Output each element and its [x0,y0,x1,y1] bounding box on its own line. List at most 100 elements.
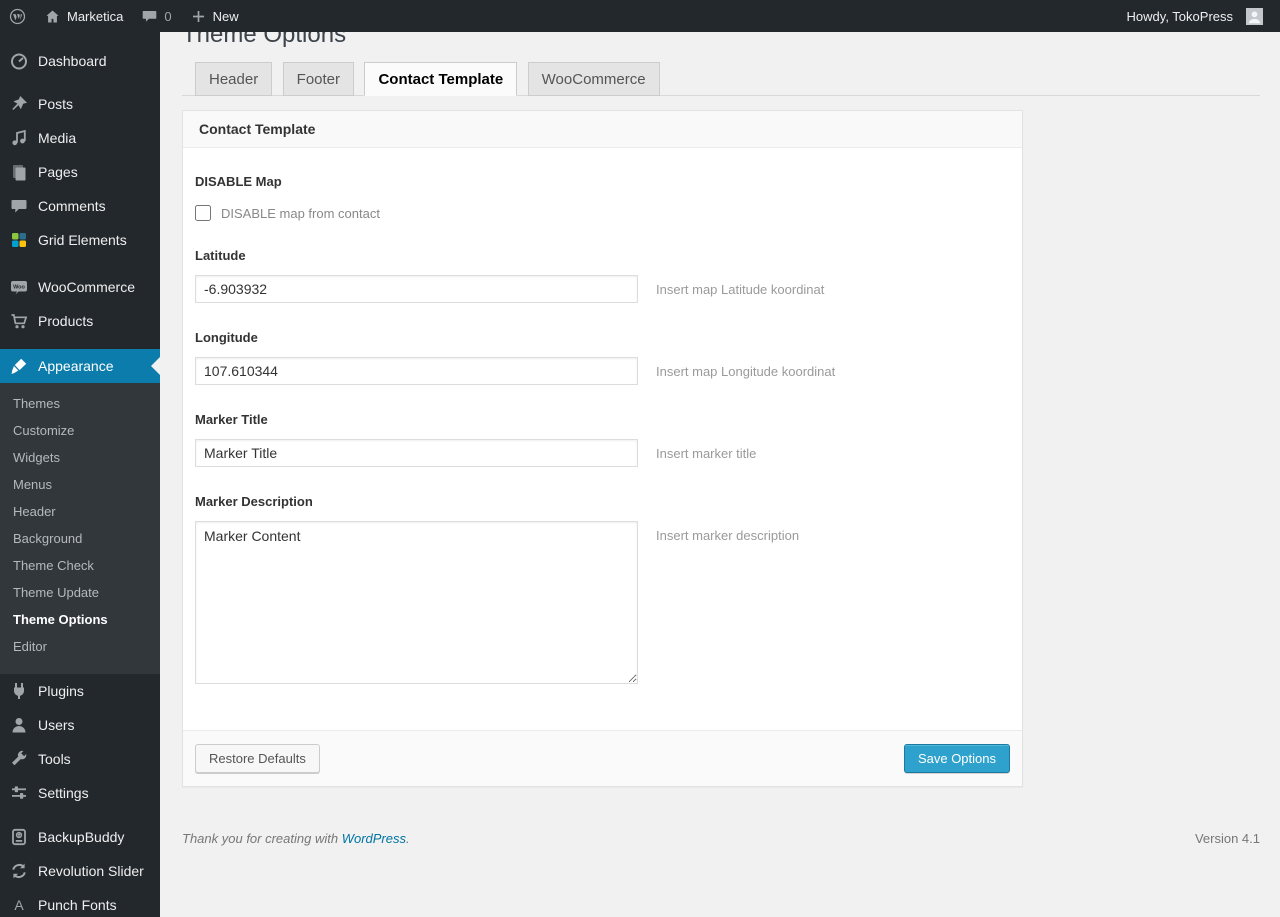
tab-contact-template[interactable]: Contact Template [364,62,518,96]
submenu-item-background[interactable]: Background [0,525,160,552]
version-text: Version 4.1 [1194,831,1260,846]
wordpress-link[interactable]: WordPress [342,831,406,846]
marker-title-hint: Insert marker title [656,446,757,461]
wordpress-logo-icon [9,8,26,24]
latitude-input[interactable] [195,275,638,303]
media-icon [9,128,29,148]
latitude-hint: Insert map Latitude koordinat [656,282,825,297]
settings-sliders-icon [9,783,29,803]
sidebar-item-label: Grid Elements [38,232,127,248]
howdy-text: Howdy, TokoPress [1126,8,1233,24]
sidebar-item-appearance[interactable]: Appearance [0,349,160,383]
sidebar-item-comments[interactable]: Comments [0,189,160,223]
submenu-item-menus[interactable]: Menus [0,471,160,498]
sidebar-item-tools[interactable]: Tools [0,742,160,776]
sidebar-item-grid-elements[interactable]: Grid Elements [0,223,160,257]
wordpress-logo-menu[interactable] [0,0,35,32]
sidebar-item-dashboard[interactable]: Dashboard [0,44,160,78]
admin-bar: Marketica 0 New Howdy, TokoPress [0,0,1280,32]
marker-title-input[interactable] [195,439,638,467]
field-marker-title: Marker Title Insert marker title [195,412,1006,467]
disable-map-checkbox[interactable] [195,205,211,221]
marker-description-textarea[interactable]: Marker Content [195,521,638,684]
howdy-account-menu[interactable]: Howdy, TokoPress [1118,0,1272,32]
disable-map-label: DISABLE Map [195,174,282,189]
submenu-item-theme-check[interactable]: Theme Check [0,552,160,579]
restore-defaults-button[interactable]: Restore Defaults [195,744,320,773]
svg-text:Woo: Woo [13,285,25,291]
panel-body: DISABLE Map DISABLE map from contact Lat… [183,174,1022,730]
sidebar-item-label: Appearance [38,358,114,374]
site-name: Marketica [67,8,124,24]
site-name-menu[interactable]: Marketica [35,0,132,32]
appearance-submenu: Themes Customize Widgets Menus Header Ba… [0,383,160,674]
sidebar-item-media[interactable]: Media [0,121,160,155]
footer-thanks-text: Thank you for creating with [182,831,339,846]
sidebar-item-pages[interactable]: Pages [0,155,160,189]
comments-bubble-icon [9,196,29,216]
panel-title: Contact Template [183,111,1022,148]
save-options-button[interactable]: Save Options [903,744,1010,773]
submenu-item-widgets[interactable]: Widgets [0,444,160,471]
sidebar-item-settings[interactable]: Settings [0,776,160,810]
page-footer: Thank you for creating with WordPress. V… [182,831,1260,846]
sidebar-item-products[interactable]: Products [0,304,160,338]
appearance-brush-icon [9,356,29,376]
field-marker-description: Marker Description Marker Content Insert… [195,494,1006,684]
sidebar-item-label: Posts [38,96,74,112]
pages-icon [9,162,29,182]
field-longitude: Longitude Insert map Longitude koordinat [195,330,1006,385]
sidebar-item-label: Settings [38,785,89,801]
longitude-hint: Insert map Longitude koordinat [656,364,836,379]
sidebar-item-backupbuddy[interactable]: BackupBuddy [0,820,160,854]
disable-map-checkbox-label: DISABLE map from contact [221,205,380,221]
sidebar-item-label: Users [38,717,75,733]
sidebar-item-label: BackupBuddy [38,829,125,845]
submenu-item-customize[interactable]: Customize [0,417,160,444]
disable-map-row: DISABLE map from contact [195,205,1006,221]
comments-adminbar-menu[interactable]: 0 [132,0,180,32]
sidebar-item-woocommerce[interactable]: Woo WooCommerce [0,270,160,304]
sidebar-item-label: Media [38,130,77,146]
tab-footer[interactable]: Footer [282,62,355,96]
home-icon [46,10,59,22]
main-content: Theme Options Header Footer Contact Temp… [160,0,1280,846]
submenu-item-theme-update[interactable]: Theme Update [0,579,160,606]
sidebar-item-label: Punch Fonts [38,897,117,913]
submenu-item-editor[interactable]: Editor [0,633,160,660]
sidebar-item-label: Pages [38,164,78,180]
submenu-item-themes[interactable]: Themes [0,390,160,417]
footer-thanks: Thank you for creating with WordPress. [182,831,410,846]
comment-count: 0 [164,8,172,24]
svg-text:A: A [14,897,24,913]
submenu-item-header[interactable]: Header [0,498,160,525]
grid-elements-icon [9,230,29,250]
sidebar-item-revolution-slider[interactable]: Revolution Slider [0,854,160,888]
comment-bubble-icon [143,10,157,22]
longitude-input[interactable] [195,357,638,385]
sidebar-item-label: Comments [38,198,106,214]
revolution-slider-icon [9,861,29,881]
punch-fonts-icon: A [9,895,29,915]
sidebar-item-label: Tools [38,751,71,767]
sidebar-item-users[interactable]: Users [0,708,160,742]
avatar [1246,7,1263,25]
sidebar-item-label: WooCommerce [38,279,135,295]
sidebar-item-plugins[interactable]: Plugins [0,674,160,708]
theme-options-tabs: Header Footer Contact Template WooCommer… [182,62,1260,96]
marker-description-hint: Insert marker description [656,528,800,543]
tab-woocommerce[interactable]: WooCommerce [527,62,660,96]
tab-header[interactable]: Header [195,62,273,96]
sidebar-item-punch-fonts[interactable]: A Punch Fonts [0,888,160,917]
panel-footer: Restore Defaults Save Options [183,730,1022,786]
woocommerce-icon: Woo [9,277,29,297]
new-content-menu[interactable]: New [181,0,248,32]
sidebar-item-label: Dashboard [38,53,107,69]
marker-description-label: Marker Description [195,494,313,509]
cart-icon [9,311,29,331]
sidebar-item-posts[interactable]: Posts [0,87,160,121]
latitude-label: Latitude [195,248,246,263]
submenu-item-theme-options[interactable]: Theme Options [0,606,160,633]
user-icon [9,715,29,735]
contact-template-panel: Contact Template DISABLE Map DISABLE map… [182,110,1023,787]
